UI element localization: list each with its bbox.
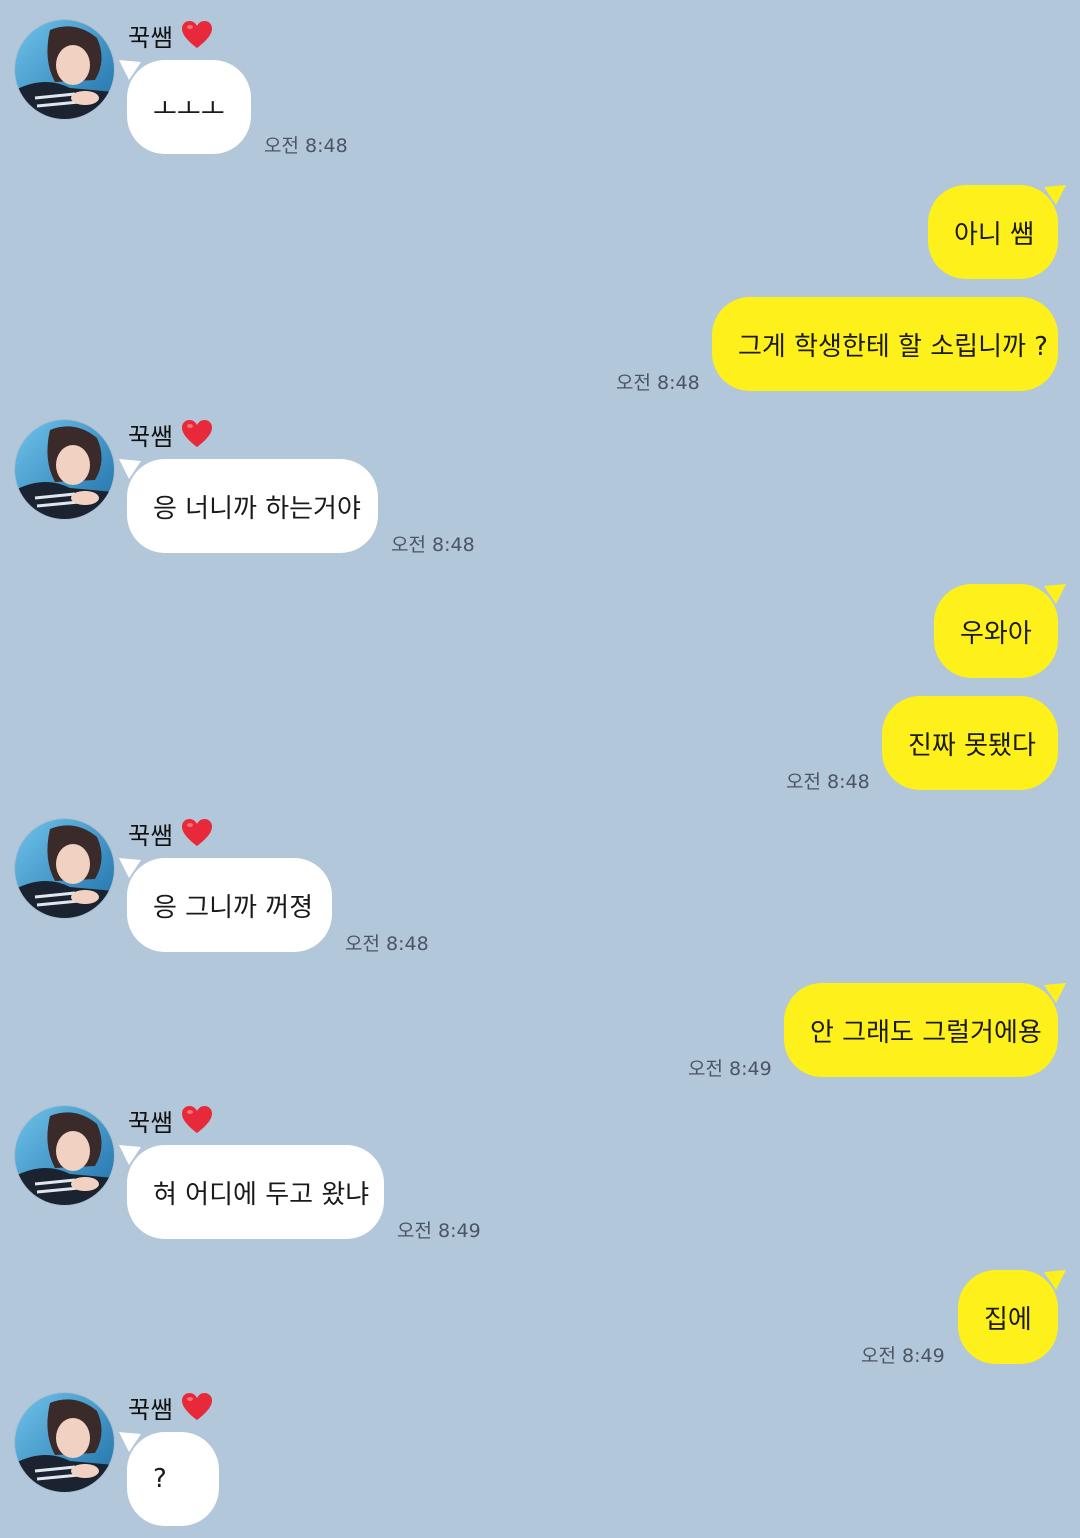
message-text: 우와아 (960, 618, 1032, 649)
sender-name: 꾹쌤 (128, 1395, 174, 1424)
message-text: 응 그니까 꺼졍 (153, 892, 314, 923)
message-bubble-outgoing[interactable]: 안 그래도 그럴거에용 (784, 983, 1066, 1077)
bubble-tail (119, 858, 141, 880)
bubble-tail (119, 1432, 141, 1454)
bubble-tail (1044, 185, 1066, 207)
sender-label: 꾹쌤 (128, 818, 213, 850)
message-bubble-incoming[interactable]: 혀 어디에 두고 왔냐 (119, 1145, 384, 1239)
sender-name: 꾹쌤 (128, 1108, 174, 1137)
contact-avatar[interactable] (15, 1393, 114, 1492)
message-timestamp: 오전 8:49 (861, 1345, 945, 1367)
red-heart-icon (181, 1392, 213, 1422)
message-timestamp: 오전 8:48 (345, 933, 429, 955)
message-bubble-outgoing[interactable]: 그게 학생한테 할 소립니까 ? (712, 297, 1058, 391)
message-bubble-outgoing[interactable]: 우와아 (934, 584, 1066, 678)
message-text: 진짜 못됐다 (908, 730, 1036, 761)
message-bubble-incoming[interactable]: 응 그니까 꺼졍 (119, 858, 332, 952)
message-bubble-outgoing[interactable]: 아니 쌤 (928, 185, 1066, 279)
red-heart-icon (181, 419, 213, 449)
sender-name: 꾹쌤 (128, 821, 174, 850)
message-bubble-outgoing[interactable]: 진짜 못됐다 (882, 696, 1058, 790)
bubble-tail (1044, 1270, 1066, 1292)
bubble-tail (119, 60, 141, 82)
red-heart-icon (181, 1105, 213, 1135)
red-heart-icon (181, 818, 213, 848)
message-timestamp: 오전 8:48 (616, 372, 700, 394)
sender-label: 꾹쌤 (128, 419, 213, 451)
message-bubble-incoming[interactable]: ㅗㅗㅗ (119, 60, 251, 154)
bubble-tail (119, 1145, 141, 1167)
contact-avatar[interactable] (15, 20, 114, 119)
sender-label: 꾹쌤 (128, 1105, 213, 1137)
sender-name: 꾹쌤 (128, 23, 174, 52)
message-text: ? (153, 1464, 167, 1494)
message-timestamp: 오전 8:48 (786, 771, 870, 793)
message-text: ㅗㅗㅗ (153, 94, 225, 125)
sender-label: 꾹쌤 (128, 20, 213, 52)
message-timestamp: 오전 8:49 (397, 1220, 481, 1242)
bubble-tail (1044, 983, 1066, 1005)
contact-avatar[interactable] (15, 1106, 114, 1205)
message-text: 아니 쌤 (954, 219, 1035, 250)
message-bubble-incoming[interactable]: ? (119, 1432, 219, 1526)
red-heart-icon (181, 20, 213, 50)
message-text: 그게 학생한테 할 소립니까 ? (738, 331, 1048, 362)
chat-room[interactable]: 꾹쌤 ㅗㅗㅗ 오전 8:48 아니 쌤 그게 학생한테 할 소립니까 ? 오전 … (0, 0, 1080, 1538)
message-timestamp: 오전 8:48 (264, 135, 348, 157)
message-bubble-incoming[interactable]: 응 너니까 하는거야 (119, 459, 378, 553)
contact-avatar[interactable] (15, 819, 114, 918)
message-text: 응 너니까 하는거야 (153, 493, 361, 524)
message-text: 집에 (984, 1304, 1032, 1335)
message-timestamp: 오전 8:48 (391, 534, 475, 556)
contact-avatar[interactable] (15, 420, 114, 519)
message-bubble-outgoing[interactable]: 집에 (958, 1270, 1066, 1364)
message-timestamp: 오전 8:49 (688, 1058, 772, 1080)
bubble-tail (1044, 584, 1066, 606)
sender-label: 꾹쌤 (128, 1392, 213, 1424)
message-text: 안 그래도 그럴거에용 (810, 1017, 1042, 1048)
message-text: 혀 어디에 두고 왔냐 (153, 1179, 370, 1210)
bubble-tail (119, 459, 141, 481)
sender-name: 꾹쌤 (128, 422, 174, 451)
